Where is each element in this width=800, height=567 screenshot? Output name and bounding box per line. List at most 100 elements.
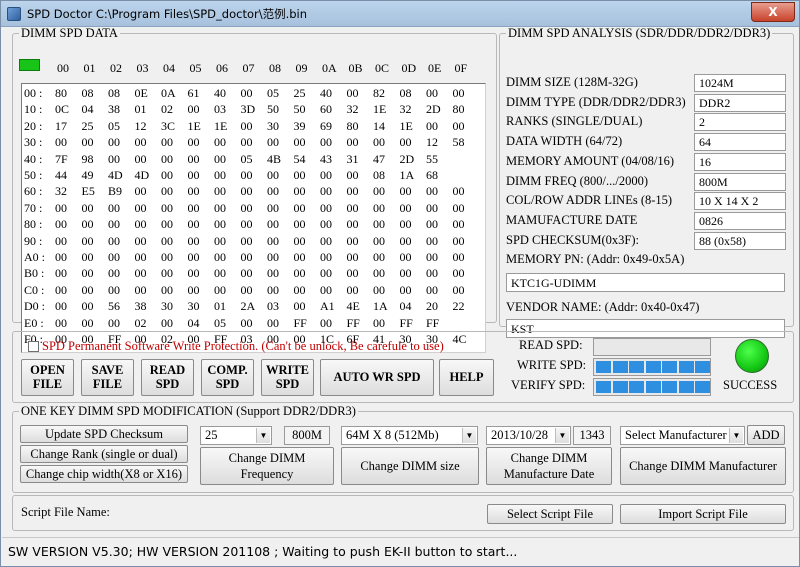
- hex-cell[interactable]: 00: [188, 250, 214, 265]
- hex-cell[interactable]: 00: [82, 217, 108, 232]
- hex-cell[interactable]: 00: [373, 316, 399, 331]
- hex-cell[interactable]: 1E: [214, 119, 240, 134]
- hex-cell[interactable]: 00: [135, 283, 161, 298]
- hex-cell[interactable]: 00: [161, 184, 187, 199]
- select-script-file-button[interactable]: Select Script File: [487, 504, 613, 524]
- hex-cell[interactable]: 00: [267, 201, 293, 216]
- hex-cell[interactable]: 00: [347, 184, 373, 199]
- hex-cell[interactable]: FF: [347, 316, 373, 331]
- hex-cell[interactable]: 08: [400, 86, 426, 101]
- change-rank-button[interactable]: Change Rank (single or dual): [20, 445, 188, 463]
- hex-cell[interactable]: 00: [108, 316, 134, 331]
- hex-cell[interactable]: 54: [294, 152, 320, 167]
- hex-cell[interactable]: 00: [188, 168, 214, 183]
- hex-cell[interactable]: 80: [347, 119, 373, 134]
- hex-cell[interactable]: 1A: [400, 168, 426, 183]
- hex-cell[interactable]: 00: [267, 135, 293, 150]
- hex-cell[interactable]: 00: [241, 234, 267, 249]
- hex-cell[interactable]: 00: [320, 168, 346, 183]
- hex-cell[interactable]: 04: [82, 102, 108, 117]
- hex-cell[interactable]: 00: [453, 86, 479, 101]
- hex-cell[interactable]: 00: [161, 168, 187, 183]
- hex-cell[interactable]: 32: [347, 102, 373, 117]
- write-protection-checkbox[interactable]: [28, 341, 39, 352]
- hex-cell[interactable]: 08: [108, 86, 134, 101]
- hex-cell[interactable]: 00: [241, 86, 267, 101]
- analysis-field-value[interactable]: 800M: [694, 172, 786, 191]
- hex-cell[interactable]: 05: [267, 86, 293, 101]
- hex-cell[interactable]: 00: [241, 119, 267, 134]
- read-spd-button[interactable]: READ SPD: [141, 359, 194, 396]
- hex-cell[interactable]: 00: [161, 316, 187, 331]
- hex-cell[interactable]: 00: [426, 266, 452, 281]
- write-spd-button[interactable]: WRITE SPD: [261, 359, 314, 396]
- comp-spd-button[interactable]: COMP. SPD: [201, 359, 254, 396]
- hex-cell[interactable]: 00: [214, 135, 240, 150]
- hex-cell[interactable]: 00: [267, 283, 293, 298]
- hex-cell[interactable]: 00: [347, 86, 373, 101]
- hex-cell[interactable]: 00: [400, 283, 426, 298]
- analysis-field-value[interactable]: 0826: [694, 211, 786, 230]
- hex-cell[interactable]: 00: [214, 266, 240, 281]
- hex-cell[interactable]: 1A: [373, 299, 399, 314]
- hex-cell[interactable]: 25: [294, 86, 320, 101]
- hex-cell[interactable]: 00: [426, 250, 452, 265]
- hex-cell[interactable]: 82: [373, 86, 399, 101]
- hex-cell[interactable]: 00: [347, 135, 373, 150]
- change-manufacturer-button[interactable]: Change DIMM Manufacturer: [620, 447, 786, 485]
- hex-cell[interactable]: 03: [214, 102, 240, 117]
- hex-cell[interactable]: 00: [135, 234, 161, 249]
- analysis-field-value[interactable]: 88 (0x58): [694, 231, 786, 250]
- help-button[interactable]: HELP: [439, 359, 494, 396]
- manufacture-date-picker[interactable]: 2013/10/28 ▼: [486, 426, 571, 445]
- hex-cell[interactable]: 00: [108, 234, 134, 249]
- hex-cell[interactable]: 00: [135, 266, 161, 281]
- hex-cell[interactable]: 05: [241, 152, 267, 167]
- hex-cell[interactable]: 00: [241, 266, 267, 281]
- hex-cell[interactable]: 40: [214, 86, 240, 101]
- hex-cell[interactable]: 00: [347, 217, 373, 232]
- hex-cell[interactable]: 40: [320, 86, 346, 101]
- hex-cell[interactable]: 00: [55, 299, 81, 314]
- hex-cell[interactable]: 04: [188, 316, 214, 331]
- hex-cell[interactable]: 00: [373, 217, 399, 232]
- change-manufacture-date-button[interactable]: Change DIMM Manufacture Date: [486, 447, 612, 485]
- hex-cell[interactable]: 00: [453, 283, 479, 298]
- update-checksum-button[interactable]: Update SPD Checksum: [20, 425, 188, 443]
- analysis-field-value[interactable]: 16: [694, 152, 786, 171]
- hex-cell[interactable]: 00: [320, 250, 346, 265]
- add-manufacturer-button[interactable]: ADD: [747, 425, 785, 445]
- hex-cell[interactable]: 49: [82, 168, 108, 183]
- hex-cell[interactable]: 00: [453, 266, 479, 281]
- hex-cell[interactable]: 00: [241, 283, 267, 298]
- hex-cell[interactable]: 38: [108, 102, 134, 117]
- hex-cell[interactable]: 00: [294, 250, 320, 265]
- hex-cell[interactable]: 2D: [426, 102, 452, 117]
- hex-cell[interactable]: 00: [347, 266, 373, 281]
- hex-cell[interactable]: 56: [108, 299, 134, 314]
- hex-cell[interactable]: 00: [108, 250, 134, 265]
- hex-cell[interactable]: 00: [267, 316, 293, 331]
- change-frequency-button[interactable]: Change DIMM Frequency: [200, 447, 334, 485]
- hex-cell[interactable]: 0A: [161, 86, 187, 101]
- hex-cell[interactable]: 12: [135, 119, 161, 134]
- hex-cell[interactable]: 22: [453, 299, 479, 314]
- hex-cell[interactable]: 00: [161, 217, 187, 232]
- analysis-field-value[interactable]: DDR2: [694, 93, 786, 112]
- hex-cell[interactable]: 00: [294, 266, 320, 281]
- hex-cell[interactable]: 00: [241, 316, 267, 331]
- hex-cell[interactable]: 80: [453, 102, 479, 117]
- hex-cell[interactable]: 61: [188, 86, 214, 101]
- hex-cell[interactable]: 00: [241, 168, 267, 183]
- hex-cell[interactable]: 00: [135, 152, 161, 167]
- hex-cell[interactable]: 00: [214, 168, 240, 183]
- hex-cell[interactable]: 00: [320, 266, 346, 281]
- hex-cell[interactable]: 2D: [400, 152, 426, 167]
- hex-cell[interactable]: 55: [426, 152, 452, 167]
- hex-cell[interactable]: 00: [453, 119, 479, 134]
- hex-cell[interactable]: 00: [55, 201, 81, 216]
- hex-cell[interactable]: 00: [347, 201, 373, 216]
- hex-cell[interactable]: 00: [55, 135, 81, 150]
- hex-cell[interactable]: 00: [426, 184, 452, 199]
- hex-cell[interactable]: 0E: [135, 86, 161, 101]
